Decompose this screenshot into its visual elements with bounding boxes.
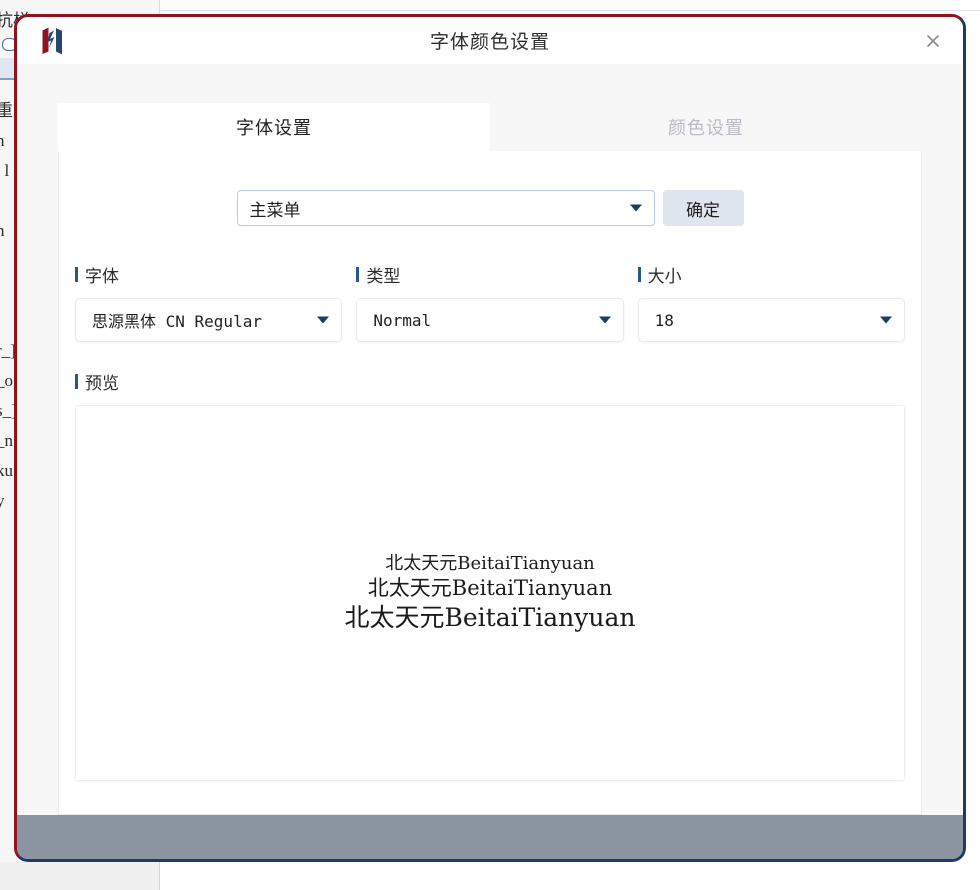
- font-family-select-value: 思源黑体 CN Regular: [92, 308, 262, 332]
- label-accent-bar: [638, 267, 641, 282]
- preview-panel: 北太天元BeitaiTianyuan 北太天元BeitaiTianyuan 北太…: [75, 405, 905, 781]
- background-bottom-panel: [0, 862, 160, 890]
- preview-label-text: 预览: [85, 369, 119, 394]
- dialog-titlebar: 字体颜色设置: [17, 17, 963, 64]
- field-font-style-label: 类型: [356, 262, 623, 287]
- confirm-button[interactable]: 确定: [663, 190, 744, 226]
- label-accent-bar: [75, 267, 78, 282]
- menu-target-select[interactable]: 主菜单: [237, 190, 655, 226]
- background-top-bar: [161, 0, 980, 11]
- field-font-style: 类型 Normal: [356, 262, 623, 342]
- field-font-size: 大小 18: [638, 262, 905, 342]
- tab-bar: 字体设置 颜色设置: [17, 103, 963, 151]
- beitai-logo-icon: [37, 24, 71, 58]
- font-fields-row: 字体 思源黑体 CN Regular 类型 Normal: [75, 262, 905, 342]
- font-color-settings-dialog: 字体颜色设置 字体设置 颜色设置 主菜单: [14, 14, 966, 862]
- tab-font-settings[interactable]: 字体设置: [58, 103, 490, 151]
- preview-line: 北太天元BeitaiTianyuan: [385, 552, 595, 575]
- chevron-down-icon: [880, 317, 892, 324]
- menu-selection-row: 主菜单 确定: [75, 190, 905, 226]
- field-font-size-label-text: 大小: [648, 262, 682, 287]
- field-font-family: 字体 思源黑体 CN Regular: [75, 262, 342, 342]
- confirm-button-label: 确定: [686, 196, 720, 221]
- tab-color-settings-label: 颜色设置: [668, 114, 744, 140]
- font-style-select[interactable]: Normal: [356, 298, 623, 342]
- dialog-title: 字体颜色设置: [430, 27, 550, 54]
- font-size-select[interactable]: 18: [638, 298, 905, 342]
- label-accent-bar: [356, 267, 359, 282]
- chevron-down-icon: [317, 317, 329, 324]
- dialog-body: 字体设置 颜色设置 主菜单 确定: [17, 64, 963, 815]
- chevron-down-icon: [630, 205, 642, 212]
- font-size-select-value: 18: [655, 311, 674, 330]
- tab-font-settings-label: 字体设置: [236, 114, 312, 140]
- tab-color-settings[interactable]: 颜色设置: [490, 103, 922, 151]
- preview-label: 预览: [75, 369, 905, 394]
- chevron-down-icon: [599, 317, 611, 324]
- dialog-footer-bar: [17, 815, 963, 859]
- field-font-family-label: 字体: [75, 262, 342, 287]
- preview-line: 北太天元BeitaiTianyuan: [344, 602, 635, 634]
- settings-card: 主菜单 确定 字体 思源黑体 CN Regular: [58, 151, 922, 815]
- background-bottom-strip: [0, 862, 980, 890]
- field-font-family-label-text: 字体: [85, 262, 119, 287]
- font-style-select-value: Normal: [373, 311, 431, 330]
- label-accent-bar: [75, 374, 78, 389]
- field-font-size-label: 大小: [638, 262, 905, 287]
- preview-line: 北太天元BeitaiTianyuan: [368, 575, 612, 602]
- menu-target-select-value: 主菜单: [250, 196, 301, 221]
- font-family-select[interactable]: 思源黑体 CN Regular: [75, 298, 342, 342]
- close-icon[interactable]: [919, 27, 947, 55]
- field-font-style-label-text: 类型: [366, 262, 400, 287]
